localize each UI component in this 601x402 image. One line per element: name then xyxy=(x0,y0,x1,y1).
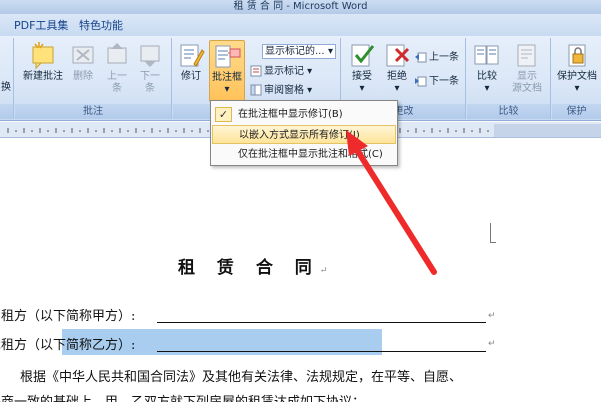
document-title-text: 租 赁 合 同 xyxy=(178,258,320,278)
balloons-button[interactable]: 批注框 ▾ xyxy=(209,40,245,102)
delete-comment-icon xyxy=(72,46,94,64)
partial-label: 换 xyxy=(1,82,11,93)
document-title: 租 赁 合 同↵ xyxy=(178,253,327,278)
compare-dropdown-arrow: ▾ xyxy=(484,83,490,94)
prev-comment-label-2: 条 xyxy=(112,83,122,94)
balloons-label: 批注框 xyxy=(212,72,242,83)
menu-item-label-2: 以嵌入方式显示所有修订(I) xyxy=(239,130,360,141)
show-source-button[interactable]: 显示 源文档 xyxy=(507,40,547,95)
accept-button[interactable]: 接受 ▾ xyxy=(345,40,379,95)
reject-button[interactable]: 拒绝 ▾ xyxy=(380,40,414,95)
prev-comment-button[interactable]: 上一 条 xyxy=(102,40,132,95)
compare-label: 比较 xyxy=(477,71,497,82)
next-change-icon xyxy=(415,76,427,87)
show-markup-button[interactable]: 显示标记 ▾ xyxy=(250,64,312,80)
balloons-dropdown-menu: ✓ 在批注框中显示修订(B) 以嵌入方式显示所有修订(I) 仅在批注框中显示批注… xyxy=(210,100,398,166)
protect-document-button[interactable]: 保护文档 ▾ xyxy=(554,40,600,95)
review-pane-icon xyxy=(250,84,262,96)
menu-item-label-3: 仅在批注框中显示批注和格式(C) xyxy=(238,149,383,160)
doc-line-lessee: 承租方（以下简称乙方）: xyxy=(0,334,135,353)
balloons-dropdown-arrow: ▾ xyxy=(224,84,230,95)
ribbon-group-compare: 比较 ▾ 显示 源文档 比较 xyxy=(467,38,551,119)
protect-document-label: 保护文档 xyxy=(557,71,597,82)
window-title-bar: 租 赁 合 同 - Microsoft Word xyxy=(0,0,601,14)
show-markup-select-value: 显示标记的... xyxy=(265,46,325,57)
window-title: 租 赁 合 同 - Microsoft Word xyxy=(233,1,368,12)
new-comment-label: 新建批注 xyxy=(23,71,63,82)
compare-icon xyxy=(474,45,499,65)
delete-comment-button[interactable]: 删除 xyxy=(67,40,99,83)
menu-item-label-1: 在批注框中显示修订(B) xyxy=(238,109,343,120)
group-label-comments: 批注 xyxy=(15,104,171,119)
underline-lessee xyxy=(157,351,486,352)
paragraph-mark: ↵ xyxy=(319,266,328,276)
show-source-icon xyxy=(517,44,536,67)
next-change-label: 下一条 xyxy=(429,76,459,87)
new-comment-icon xyxy=(32,42,54,70)
prev-comment-icon xyxy=(107,43,127,64)
paragraph-mark-2: ↵ xyxy=(488,339,496,349)
prev-change-label: 上一条 xyxy=(429,52,459,63)
paragraph-mark-1: ↵ xyxy=(488,311,496,321)
menu-item-show-all-inline[interactable]: 以嵌入方式显示所有修订(I) xyxy=(212,125,396,144)
tab-pdf-tools[interactable]: PDF工具集 xyxy=(14,17,68,33)
show-source-label-1: 显示 xyxy=(517,71,537,82)
delete-comment-label: 删除 xyxy=(73,71,93,82)
next-comment-label-1: 下一 xyxy=(140,71,160,82)
accept-dropdown-arrow: ▾ xyxy=(359,83,365,94)
doc-line-body-2: 协商一致的基础上，甲、乙双方就下列房屋的租赁达成如下协议： xyxy=(0,391,365,402)
prev-change-button[interactable]: 上一条 xyxy=(414,50,459,66)
doc-line-body-1: 根据《中华人民共和国合同法》及其他有关法律、法规规定，在平等、自愿、 xyxy=(20,370,463,385)
show-source-label-2: 源文档 xyxy=(512,83,542,94)
track-changes-button[interactable]: 修订 xyxy=(176,40,206,83)
ribbon-tab-row: PDF工具集 特色功能 xyxy=(0,14,601,36)
protect-dropdown-arrow: ▾ xyxy=(574,83,580,94)
tab-featured[interactable]: 特色功能 xyxy=(79,17,123,33)
accept-icon xyxy=(351,44,375,67)
menu-item-comments-formatting-only[interactable]: 仅在批注框中显示批注和格式(C) xyxy=(212,145,396,164)
document-area[interactable]: 租 赁 合 同↵ 出租方（以下简称甲方）: ↵ 承租方（以下简称乙方）: ↵ 根… xyxy=(0,139,601,402)
margin-corner-mark xyxy=(490,223,496,243)
group-label-partial xyxy=(0,104,13,119)
show-markup-icon xyxy=(250,65,262,77)
next-comment-label-2: 条 xyxy=(145,83,155,94)
check-icon: ✓ xyxy=(215,107,232,122)
new-comment-button[interactable]: 新建批注 xyxy=(21,40,65,83)
reject-icon xyxy=(386,44,410,67)
doc-line-lessor: 出租方（以下简称甲方）: xyxy=(0,309,136,324)
lock-icon xyxy=(568,44,586,67)
doc-line-lessee-prefix: 承租方（以 xyxy=(0,338,54,353)
group-label-compare: 比较 xyxy=(467,104,550,119)
review-pane-label: 审阅窗格 xyxy=(264,85,304,96)
ribbon-group-comments: 新建批注 删除 上一 条 下一 条 批注 xyxy=(15,38,172,119)
balloons-icon xyxy=(215,45,241,68)
underline-lessor xyxy=(157,322,486,323)
ribbon-group-protect: 保护文档 ▾ 保护 xyxy=(552,38,601,119)
accept-label: 接受 xyxy=(352,71,372,82)
compare-button[interactable]: 比较 ▾ xyxy=(471,40,503,95)
ribbon-group-partial: 换 xyxy=(0,38,14,119)
menu-item-show-revisions-in-balloons[interactable]: ✓ 在批注框中显示修订(B) xyxy=(212,105,396,124)
show-markup-select[interactable]: 显示标记的... ▾ xyxy=(262,44,336,59)
review-pane-button[interactable]: 审阅窗格 ▾ xyxy=(250,83,312,99)
next-comment-icon xyxy=(140,45,160,67)
reject-label: 拒绝 xyxy=(387,71,407,82)
chevron-down-icon: ▾ xyxy=(327,46,333,57)
show-markup-label: 显示标记 xyxy=(264,66,304,77)
prev-comment-label-1: 上一 xyxy=(107,71,127,82)
track-changes-label: 修订 xyxy=(181,71,201,82)
next-change-button[interactable]: 下一条 xyxy=(414,74,459,90)
doc-line-lessee-highlighted: 下简称乙方）: xyxy=(53,338,136,353)
prev-change-icon xyxy=(415,52,427,63)
next-comment-button[interactable]: 下一 条 xyxy=(135,40,165,95)
reject-dropdown-arrow: ▾ xyxy=(394,83,400,94)
group-label-protect: 保护 xyxy=(552,104,601,119)
track-changes-icon xyxy=(180,44,205,67)
